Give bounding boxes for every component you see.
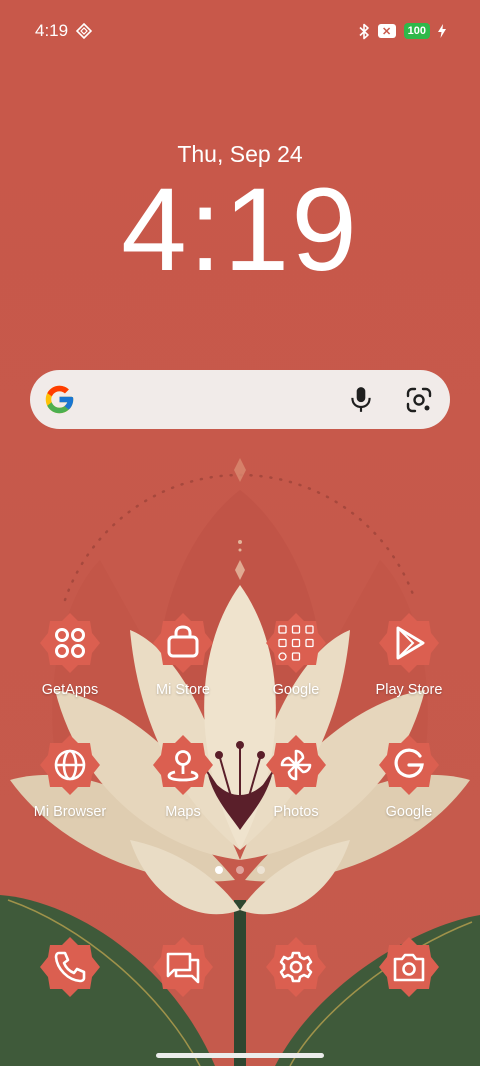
- google-search-bar[interactable]: [30, 370, 450, 429]
- status-left: 4:19: [35, 21, 93, 41]
- app-google-folder[interactable]: Google: [241, 612, 351, 698]
- app-label: Photos: [273, 804, 319, 820]
- charging-icon: [438, 24, 446, 38]
- google-g-icon: [45, 385, 74, 414]
- page-dot[interactable]: [236, 866, 244, 874]
- app-getapps[interactable]: GetApps: [15, 612, 125, 698]
- microphone-icon[interactable]: [348, 386, 374, 414]
- page-dot[interactable]: [257, 866, 265, 874]
- app-mi-store[interactable]: Mi Store: [128, 612, 238, 698]
- dock-settings[interactable]: [241, 936, 351, 998]
- app-mi-browser[interactable]: Mi Browser: [15, 734, 125, 820]
- app-maps[interactable]: Maps: [128, 734, 238, 820]
- settings-gear-icon: [266, 937, 326, 997]
- messages-icon: [153, 937, 213, 997]
- four-circles-icon: [40, 613, 100, 673]
- app-label: Google: [272, 682, 320, 698]
- pinwheel-icon: [266, 735, 326, 795]
- camera-icon: [379, 937, 439, 997]
- app-label: Maps: [165, 804, 201, 820]
- google-lens-icon[interactable]: [405, 386, 433, 414]
- status-time: 4:19: [35, 21, 69, 40]
- page-indicator[interactable]: [0, 866, 480, 874]
- app-folder-icon: [266, 613, 326, 673]
- page-dot-active[interactable]: [215, 866, 223, 874]
- app-label: Mi Browser: [33, 804, 107, 820]
- battery-icon: 100: [403, 23, 430, 39]
- app-label: Mi Store: [156, 682, 210, 698]
- app-photos[interactable]: Photos: [241, 734, 351, 820]
- dock-messages[interactable]: [128, 936, 238, 998]
- cast-icon: [76, 23, 93, 39]
- lock-clock[interactable]: 4:19: [0, 170, 480, 290]
- app-google[interactable]: Google: [354, 734, 464, 820]
- dock-phone[interactable]: [15, 936, 125, 998]
- play-triangle-icon: [379, 613, 439, 673]
- app-play-store[interactable]: Play Store: [354, 612, 464, 698]
- status-right: ✕ 100: [358, 23, 446, 40]
- dock-camera[interactable]: [354, 936, 464, 998]
- home-gesture-bar[interactable]: [156, 1053, 324, 1058]
- app-label: Google: [385, 804, 433, 820]
- shopping-bag-icon: [153, 613, 213, 673]
- globe-icon: [40, 735, 100, 795]
- phone-icon: [40, 937, 100, 997]
- app-label: Play Store: [375, 682, 443, 698]
- bluetooth-icon: [359, 23, 369, 39]
- app-label: GetApps: [41, 682, 99, 698]
- google-g-icon: [379, 735, 439, 795]
- x-box-icon: ✕: [377, 24, 396, 38]
- map-pin-icon: [153, 735, 213, 795]
- status-bar: 4:19 ✕ 100: [0, 0, 480, 62]
